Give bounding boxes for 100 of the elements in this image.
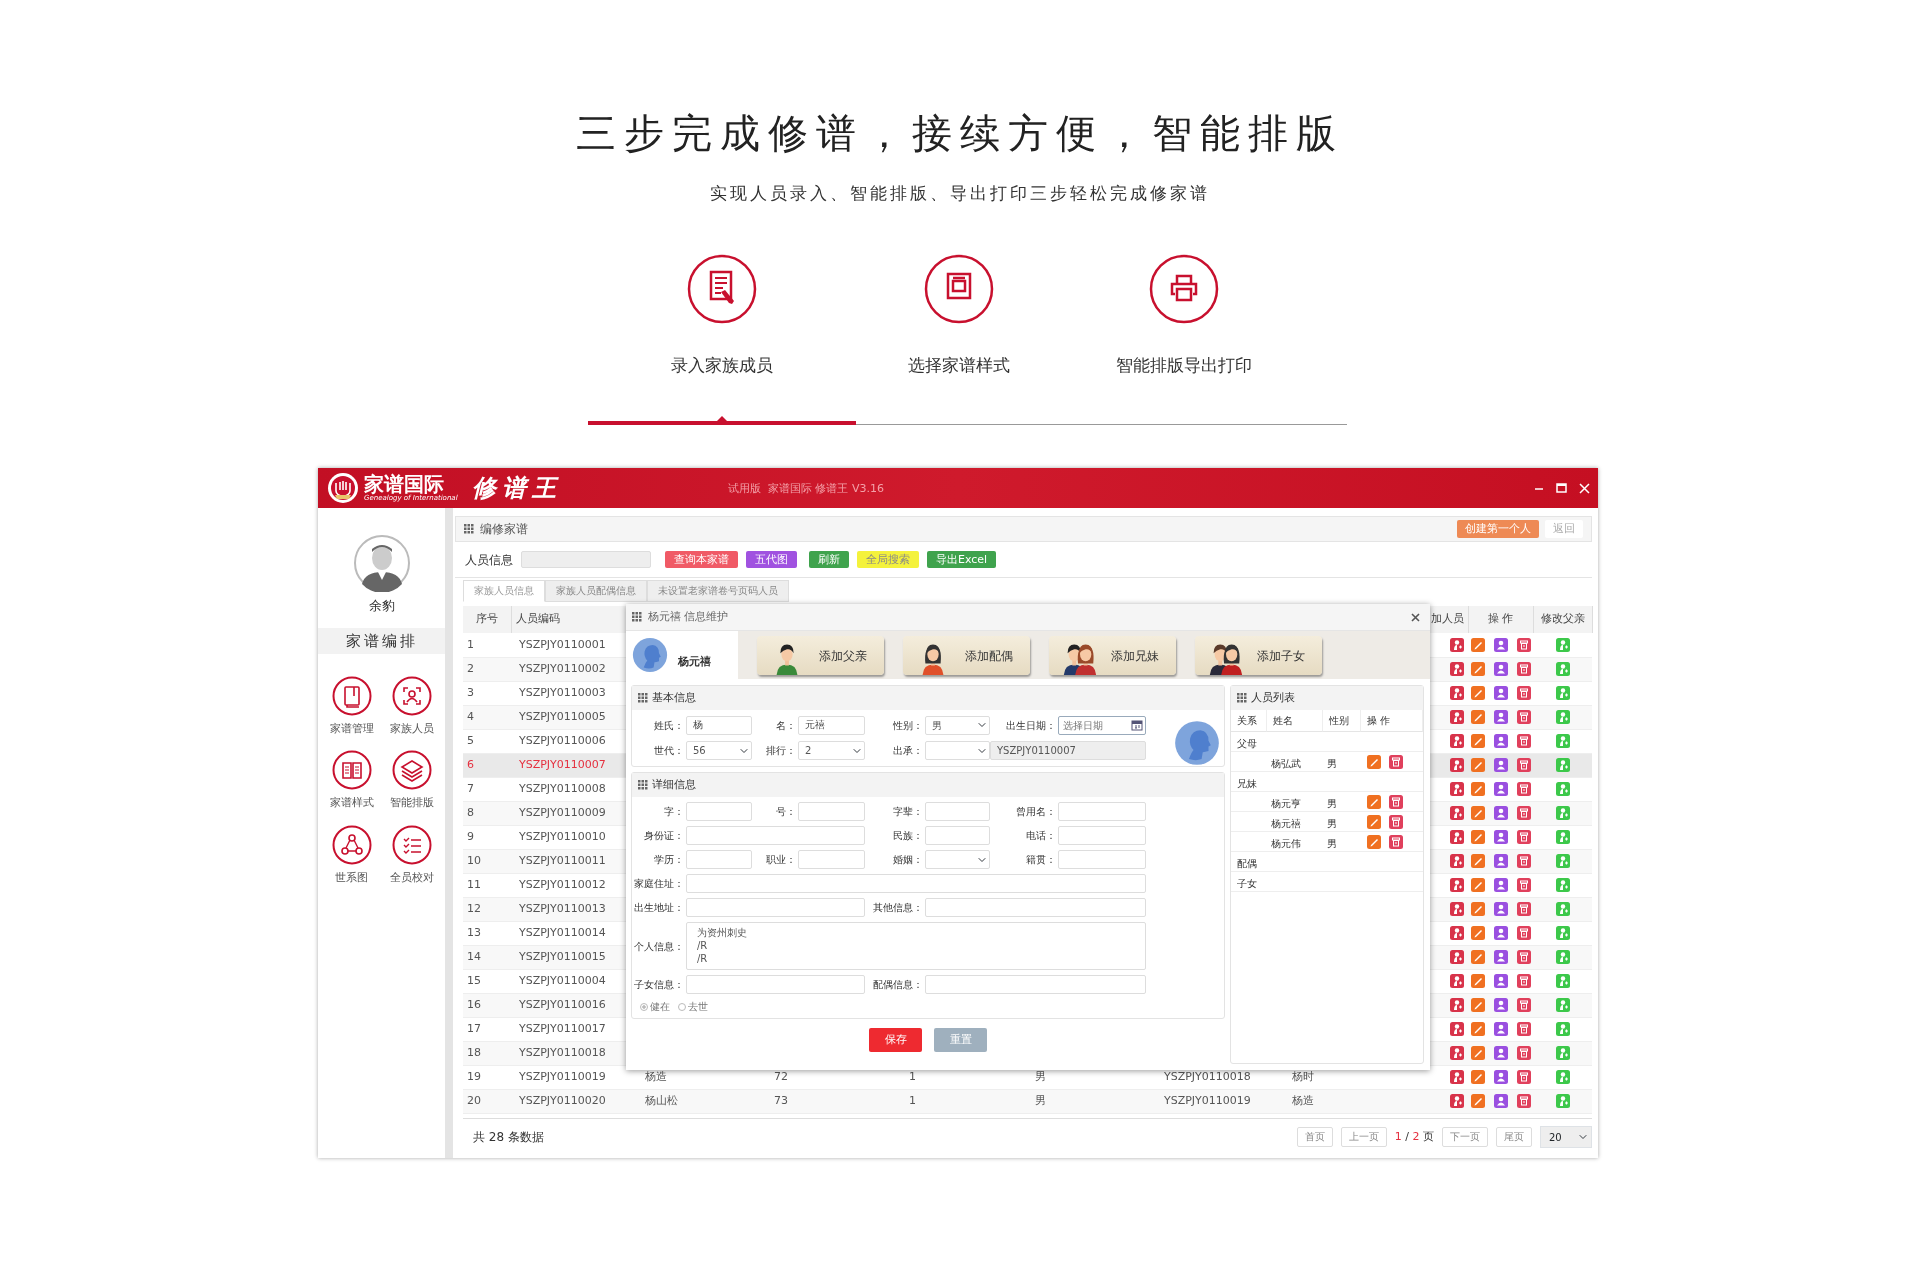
add-person-icon[interactable] bbox=[1450, 686, 1464, 700]
user-add-icon[interactable] bbox=[1555, 686, 1570, 700]
add-person-icon[interactable] bbox=[1450, 806, 1464, 820]
input-field[interactable] bbox=[798, 802, 865, 821]
delete-icon[interactable] bbox=[1516, 974, 1531, 988]
input-field[interactable] bbox=[686, 874, 1146, 893]
user-add-icon[interactable] bbox=[1555, 734, 1570, 748]
edit-icon[interactable] bbox=[1470, 1070, 1485, 1084]
user-add-icon[interactable] bbox=[1555, 854, 1570, 868]
user-icon[interactable] bbox=[1493, 1046, 1508, 1060]
user-icon[interactable] bbox=[1493, 998, 1508, 1012]
add-person-icon[interactable] bbox=[1450, 830, 1464, 844]
user-add-icon[interactable] bbox=[1555, 637, 1570, 652]
delete-icon[interactable] bbox=[1516, 1022, 1531, 1036]
edit-icon[interactable] bbox=[1470, 1022, 1485, 1036]
step-label[interactable]: 智能排版导出打印 bbox=[1116, 354, 1252, 376]
edit-icon[interactable] bbox=[1470, 662, 1485, 676]
edit-icon[interactable] bbox=[1470, 806, 1485, 820]
input-field[interactable] bbox=[686, 850, 752, 869]
user-icon[interactable] bbox=[1493, 1094, 1508, 1108]
edit-icon[interactable] bbox=[1470, 830, 1485, 844]
edit-icon[interactable] bbox=[1470, 854, 1485, 868]
user-add-icon[interactable] bbox=[1555, 806, 1570, 820]
add-person-icon[interactable] bbox=[1450, 782, 1464, 796]
input-field[interactable] bbox=[925, 802, 990, 821]
user-add-icon[interactable] bbox=[1555, 926, 1570, 940]
add-button[interactable]: 添加兄妹 bbox=[1049, 635, 1176, 675]
date-field[interactable]: 选择日期 bbox=[1058, 715, 1146, 735]
user-icon[interactable] bbox=[1493, 830, 1508, 844]
edit-icon[interactable] bbox=[1470, 782, 1485, 796]
page-button[interactable]: 首页 bbox=[1296, 1127, 1333, 1147]
input-field[interactable] bbox=[686, 802, 752, 821]
delete-icon[interactable] bbox=[1516, 902, 1531, 916]
table-row[interactable]: 20 YSZPJY0110020 杨山松 73 1 男 YSZPJY0110019 杨造 bbox=[463, 1089, 1592, 1113]
user-icon[interactable] bbox=[1493, 734, 1508, 748]
edit-icon[interactable] bbox=[1470, 950, 1485, 964]
user-add-icon[interactable] bbox=[1555, 1022, 1570, 1036]
save-button[interactable]: 保存 bbox=[869, 1028, 922, 1052]
add-person-icon[interactable] bbox=[1450, 710, 1464, 724]
delete-icon[interactable] bbox=[1516, 662, 1531, 676]
delete-icon[interactable] bbox=[1389, 754, 1403, 769]
user-icon[interactable] bbox=[1493, 902, 1508, 916]
add-person-icon[interactable] bbox=[1450, 1046, 1464, 1060]
user-add-icon[interactable] bbox=[1555, 950, 1570, 964]
user-add-icon[interactable] bbox=[1555, 830, 1570, 844]
input-field[interactable] bbox=[1058, 802, 1146, 821]
delete-icon[interactable] bbox=[1516, 854, 1531, 868]
delete-icon[interactable] bbox=[1516, 878, 1531, 892]
user-add-icon[interactable] bbox=[1555, 1070, 1570, 1084]
input-field[interactable]: 元禧 bbox=[798, 715, 865, 735]
delete-icon[interactable] bbox=[1516, 734, 1531, 748]
add-person-icon[interactable] bbox=[1450, 734, 1464, 748]
edit-icon[interactable] bbox=[1470, 926, 1485, 940]
input-field[interactable] bbox=[925, 975, 1146, 994]
delete-icon[interactable] bbox=[1516, 1046, 1531, 1060]
input-field[interactable] bbox=[686, 898, 865, 917]
edit-icon[interactable] bbox=[1367, 834, 1381, 849]
nav-item[interactable]: 世系图 bbox=[321, 825, 382, 886]
edit-icon[interactable] bbox=[1470, 758, 1485, 772]
dropdown[interactable]: 56 bbox=[686, 741, 752, 761]
user-icon[interactable] bbox=[1493, 1022, 1508, 1036]
input-field[interactable]: 杨 bbox=[686, 715, 752, 735]
add-person-icon[interactable] bbox=[1450, 758, 1464, 772]
user-add-icon[interactable] bbox=[1555, 974, 1570, 988]
delete-icon[interactable] bbox=[1516, 950, 1531, 964]
input-field[interactable] bbox=[925, 898, 1146, 917]
delete-icon[interactable] bbox=[1516, 830, 1531, 844]
nav-item[interactable]: 智能排版 bbox=[381, 750, 442, 811]
dropdown[interactable]: 2 bbox=[798, 741, 865, 761]
add-person-icon[interactable] bbox=[1450, 974, 1464, 988]
printer-icon[interactable] bbox=[1149, 254, 1219, 324]
radio-option[interactable]: 去世 bbox=[678, 999, 708, 1014]
delete-icon[interactable] bbox=[1516, 998, 1531, 1012]
edit-icon[interactable] bbox=[1470, 710, 1485, 724]
add-button[interactable]: 添加子女 bbox=[1195, 635, 1322, 675]
delete-icon[interactable] bbox=[1516, 782, 1531, 796]
add-person-icon[interactable] bbox=[1450, 1070, 1464, 1084]
edit-icon[interactable] bbox=[1470, 974, 1485, 988]
edit-icon[interactable] bbox=[1470, 734, 1485, 748]
edit-icon[interactable] bbox=[1470, 878, 1485, 892]
edit-icon[interactable] bbox=[1367, 814, 1381, 829]
delete-icon[interactable] bbox=[1516, 1070, 1531, 1084]
maximize-icon[interactable] bbox=[1556, 483, 1567, 493]
page-button[interactable]: 尾页 bbox=[1496, 1127, 1532, 1147]
delete-icon[interactable] bbox=[1516, 758, 1531, 772]
page-button[interactable]: 上一页 bbox=[1340, 1127, 1387, 1147]
user-add-icon[interactable] bbox=[1555, 998, 1570, 1012]
input-field[interactable]: YSZPJY0110007 bbox=[990, 741, 1146, 761]
step-label[interactable]: 录入家族成员 bbox=[671, 354, 773, 376]
add-person-icon[interactable] bbox=[1450, 926, 1464, 940]
add-person-icon[interactable] bbox=[1450, 662, 1464, 676]
add-person-icon[interactable] bbox=[1450, 878, 1464, 892]
user-add-icon[interactable] bbox=[1555, 878, 1570, 892]
delete-icon[interactable] bbox=[1516, 806, 1531, 820]
add-person-icon[interactable] bbox=[1450, 950, 1464, 964]
edit-icon[interactable] bbox=[1367, 754, 1381, 769]
user-icon[interactable] bbox=[1493, 878, 1508, 892]
add-button[interactable]: 添加配偶 bbox=[903, 635, 1030, 675]
delete-icon[interactable] bbox=[1516, 710, 1531, 724]
user-icon[interactable] bbox=[1493, 854, 1508, 868]
